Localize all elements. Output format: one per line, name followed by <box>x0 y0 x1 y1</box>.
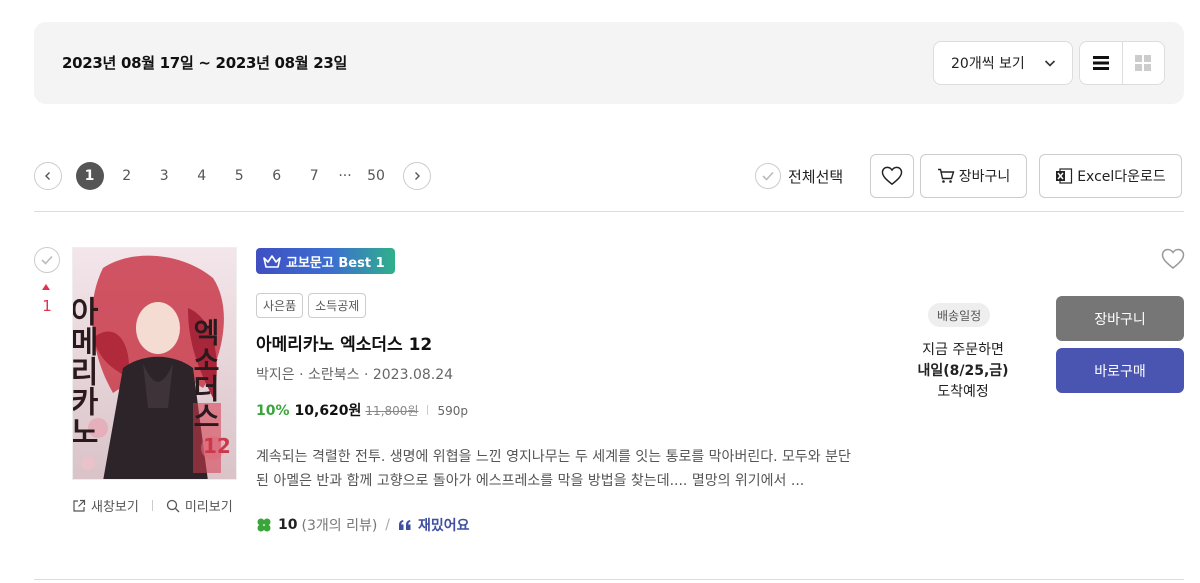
next-page-button[interactable] <box>403 162 431 190</box>
clover-icon <box>257 518 271 532</box>
page-last[interactable]: 50 <box>357 168 395 184</box>
shipping-info: 지금 주문하면 내일(8/25,금) 도착예정 <box>903 340 1023 403</box>
review-keyword: 재밌어요 <box>418 518 470 534</box>
list-view-icon <box>1092 56 1109 70</box>
review-count[interactable]: (3개의 리뷰) <box>301 515 377 535</box>
product-title[interactable]: 아메리카노 엑소더스 12 <box>256 330 432 355</box>
select-all-checkbox[interactable] <box>755 163 781 189</box>
page-4[interactable]: 4 <box>183 168 221 184</box>
product-meta: 박지은 · 소란북스 · 2023.08.24 <box>256 367 454 383</box>
cart-all-button[interactable]: 장바구니 <box>920 154 1027 198</box>
preview-label: 미리보기 <box>184 500 233 515</box>
book-cover-image: 아메리카노 엑소더스 12 <box>73 248 236 479</box>
cover-volume-number: 12 <box>203 434 231 458</box>
external-link-icon <box>73 499 86 512</box>
tag-gift: 사은품 <box>256 293 304 318</box>
new-window-label: 새창보기 <box>91 500 139 515</box>
check-icon <box>762 171 774 181</box>
review-score: 10 <box>278 517 298 533</box>
heart-icon <box>1161 248 1185 269</box>
new-window-link[interactable]: 새창보기 <box>72 496 139 515</box>
per-page-select[interactable]: 20개씩 보기 <box>933 41 1073 85</box>
page-3[interactable]: 3 <box>146 168 184 184</box>
per-page-label: 20개씩 보기 <box>951 56 1025 72</box>
preview-link[interactable]: 미리보기 <box>166 496 233 515</box>
check-icon <box>41 255 53 265</box>
pagination: 1 2 3 4 5 6 7 ··· 50 <box>34 162 431 190</box>
select-all-label: 전체선택 <box>788 167 844 186</box>
rank-number: 1 <box>42 297 52 315</box>
page-count: 590p <box>437 404 468 418</box>
page-ellipsis: ··· <box>338 168 352 184</box>
cover-title-left: 아메리카노 <box>73 296 99 446</box>
page-1[interactable]: 1 <box>75 162 104 190</box>
cart-all-label: 장바구니 <box>958 169 1011 185</box>
grid-view-icon <box>1135 55 1152 71</box>
divider-bottom <box>34 579 1184 580</box>
book-cover[interactable]: 아메리카노 엑소더스 12 <box>72 247 237 480</box>
review-summary: 10 (3개의 리뷰) / 재밌어요 <box>256 515 470 535</box>
add-to-cart-button[interactable]: 장바구니 <box>1056 296 1184 341</box>
divider-top <box>34 211 1184 212</box>
view-toggle <box>1079 41 1165 85</box>
product-tags: 사은품 소득공제 <box>256 293 371 318</box>
excel-icon <box>1055 167 1073 185</box>
product-description: 계속되는 격렬한 전투. 생명에 위협을 느낀 영지나무는 두 세계를 잇는 통… <box>256 449 851 489</box>
shipping-label: 배송일정 <box>928 303 991 327</box>
page-5[interactable]: 5 <box>221 168 259 184</box>
excel-download-label: Excel다운로드 <box>1077 169 1166 185</box>
grid-view-button[interactable] <box>1123 42 1165 84</box>
prev-page-button[interactable] <box>34 162 62 190</box>
price-divider <box>427 405 429 415</box>
buy-now-button[interactable]: 바로구매 <box>1056 348 1184 393</box>
rank-up-icon <box>42 284 50 290</box>
wishlist-all-button[interactable] <box>870 154 914 198</box>
search-icon <box>166 499 180 512</box>
select-all[interactable]: 전체선택 <box>755 162 843 190</box>
shipping-line-1: 지금 주문하면 <box>922 342 1004 358</box>
bestseller-badge-label: 교보문고 Best 1 <box>286 255 385 271</box>
page-6[interactable]: 6 <box>258 168 296 184</box>
chevron-left-icon <box>45 172 50 180</box>
filter-bar: 2023년 08월 17일 ~ 2023년 08월 23일 20개씩 보기 <box>34 22 1184 104</box>
wishlist-button[interactable] <box>1161 248 1185 274</box>
original-price: 11,800원 <box>365 404 419 418</box>
list-view-button[interactable] <box>1080 42 1123 84</box>
product-checkbox[interactable] <box>34 247 60 273</box>
review-separator: / <box>385 517 391 533</box>
page-7[interactable]: 7 <box>296 168 334 184</box>
chevron-down-icon <box>1044 60 1056 67</box>
excel-download-button[interactable]: Excel다운로드 <box>1039 154 1182 198</box>
bestseller-badge: 교보문고 Best 1 <box>256 248 395 274</box>
shipping-date: 내일(8/25,금) <box>917 363 1009 379</box>
price-row: 10% 10,620원 11,800원 590p <box>256 400 468 420</box>
heart-icon <box>881 166 903 186</box>
cart-icon <box>937 168 955 184</box>
shipping-line-3: 도착예정 <box>937 384 989 400</box>
sale-price: 10,620원 <box>294 403 362 419</box>
date-range: 2023년 08월 17일 ~ 2023년 08월 23일 <box>62 54 347 72</box>
chevron-right-icon <box>415 172 420 180</box>
cover-title-right: 엑소더스 <box>189 318 222 430</box>
tag-tax-deduction: 소득공제 <box>308 293 367 318</box>
quote-icon <box>399 520 411 530</box>
crown-icon <box>263 255 281 268</box>
link-separator <box>151 500 153 511</box>
discount-rate: 10% <box>256 403 290 419</box>
cover-links: 새창보기 미리보기 <box>72 496 233 515</box>
page-2[interactable]: 2 <box>108 168 146 184</box>
